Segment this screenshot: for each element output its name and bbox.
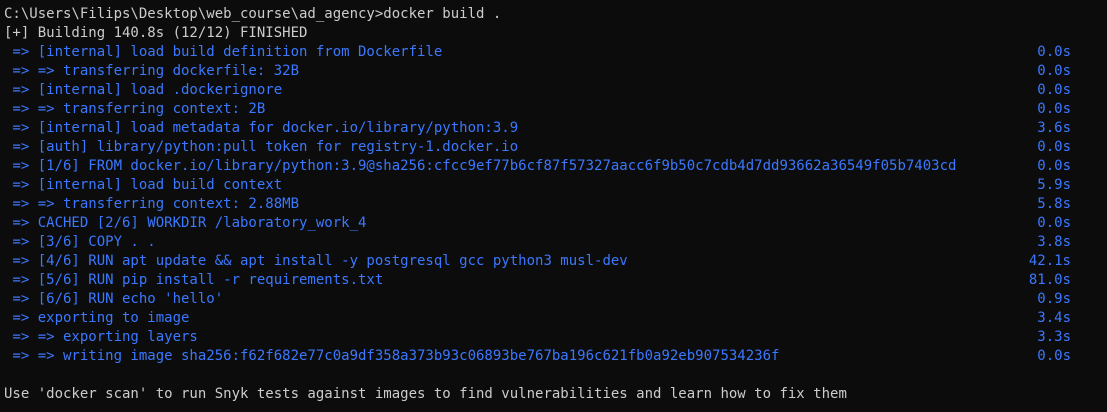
build-step-time: 0.9s — [1037, 291, 1071, 307]
build-step-time: 42.1s — [1028, 253, 1071, 269]
build-step: => CACHED [2/6] WORKDIR /laboratory_work… — [4, 214, 1103, 233]
build-step-text: => => writing image sha256:f62f682e77c0a… — [4, 348, 780, 364]
build-step: => [1/6] FROM docker.io/library/python:3… — [4, 157, 1103, 176]
build-step: => [auth] library/python:pull token for … — [4, 138, 1103, 157]
build-step-time: 0.0s — [1037, 63, 1071, 79]
build-step: => => writing image sha256:f62f682e77c0a… — [4, 347, 1103, 366]
build-step-time: 0.0s — [1037, 82, 1071, 98]
build-step: => [internal] load build definition from… — [4, 43, 1103, 62]
build-step-time: 0.0s — [1037, 44, 1071, 60]
build-step-text: => [3/6] COPY . . — [4, 234, 156, 250]
build-step-time: 3.6s — [1037, 120, 1071, 136]
build-step-text: => [internal] load build context — [4, 177, 283, 193]
build-step-time: 0.0s — [1037, 101, 1071, 117]
build-step-text: => [1/6] FROM docker.io/library/python:3… — [4, 158, 957, 174]
docker-scan-hint-line: Use 'docker scan' to run Snyk tests agai… — [4, 386, 847, 402]
build-step-text: => [5/6] RUN pip install -r requirements… — [4, 272, 384, 288]
build-step-time: 5.8s — [1037, 196, 1071, 212]
build-step-time: 3.3s — [1037, 329, 1071, 345]
build-step-text: => [internal] load build definition from… — [4, 44, 443, 60]
build-step: => => transferring context: 2.88MB 5.8s — [4, 195, 1103, 214]
build-step-text: => CACHED [2/6] WORKDIR /laboratory_work… — [4, 215, 367, 231]
build-step-text: => [4/6] RUN apt update && apt install -… — [4, 253, 628, 269]
build-step: => [6/6] RUN echo 'hello' 0.9s — [4, 290, 1103, 309]
build-step-time: 3.4s — [1037, 310, 1071, 326]
build-step: => [internal] load build context 5.9s — [4, 176, 1103, 195]
build-step: => exporting to image 3.4s — [4, 309, 1103, 328]
build-step: => [5/6] RUN pip install -r requirements… — [4, 271, 1103, 290]
build-step-time: 81.0s — [1028, 272, 1071, 288]
build-step-time: 0.0s — [1037, 215, 1071, 231]
build-step: => => exporting layers 3.3s — [4, 328, 1103, 347]
build-step-text: => => transferring dockerfile: 32B — [4, 63, 300, 79]
terminal-window[interactable]: C:\Users\Filips\Desktop\web_course\ad_ag… — [0, 0, 1107, 412]
build-step: => [4/6] RUN apt update && apt install -… — [4, 252, 1103, 271]
build-step: => => transferring context: 2B 0.0s — [4, 100, 1103, 119]
build-steps-list: => [internal] load build definition from… — [4, 43, 1103, 366]
build-step-text: => exporting to image — [4, 310, 190, 326]
build-status-line: [+] Building 140.8s (12/12) FINISHED — [4, 25, 308, 41]
build-step-time: 3.8s — [1037, 234, 1071, 250]
command-prompt-line: C:\Users\Filips\Desktop\web_course\ad_ag… — [4, 6, 502, 22]
build-step-time: 0.0s — [1037, 139, 1071, 155]
build-step-time: 0.0s — [1037, 158, 1071, 174]
build-step: => [3/6] COPY . . 3.8s — [4, 233, 1103, 252]
build-step-text: => => transferring context: 2.88MB — [4, 196, 300, 212]
build-step-text: => [internal] load .dockerignore — [4, 82, 283, 98]
build-step: => [internal] load .dockerignore 0.0s — [4, 81, 1103, 100]
build-step-text: => => transferring context: 2B — [4, 101, 266, 117]
build-step-text: => [internal] load metadata for docker.i… — [4, 120, 519, 136]
build-step: => [internal] load metadata for docker.i… — [4, 119, 1103, 138]
build-step-text: => => exporting layers — [4, 329, 198, 345]
build-step-time: 0.0s — [1037, 348, 1071, 364]
build-step-time: 5.9s — [1037, 177, 1071, 193]
build-step-text: => [6/6] RUN echo 'hello' — [4, 291, 224, 307]
build-step-text: => [auth] library/python:pull token for … — [4, 139, 519, 155]
build-step: => => transferring dockerfile: 32B 0.0s — [4, 62, 1103, 81]
